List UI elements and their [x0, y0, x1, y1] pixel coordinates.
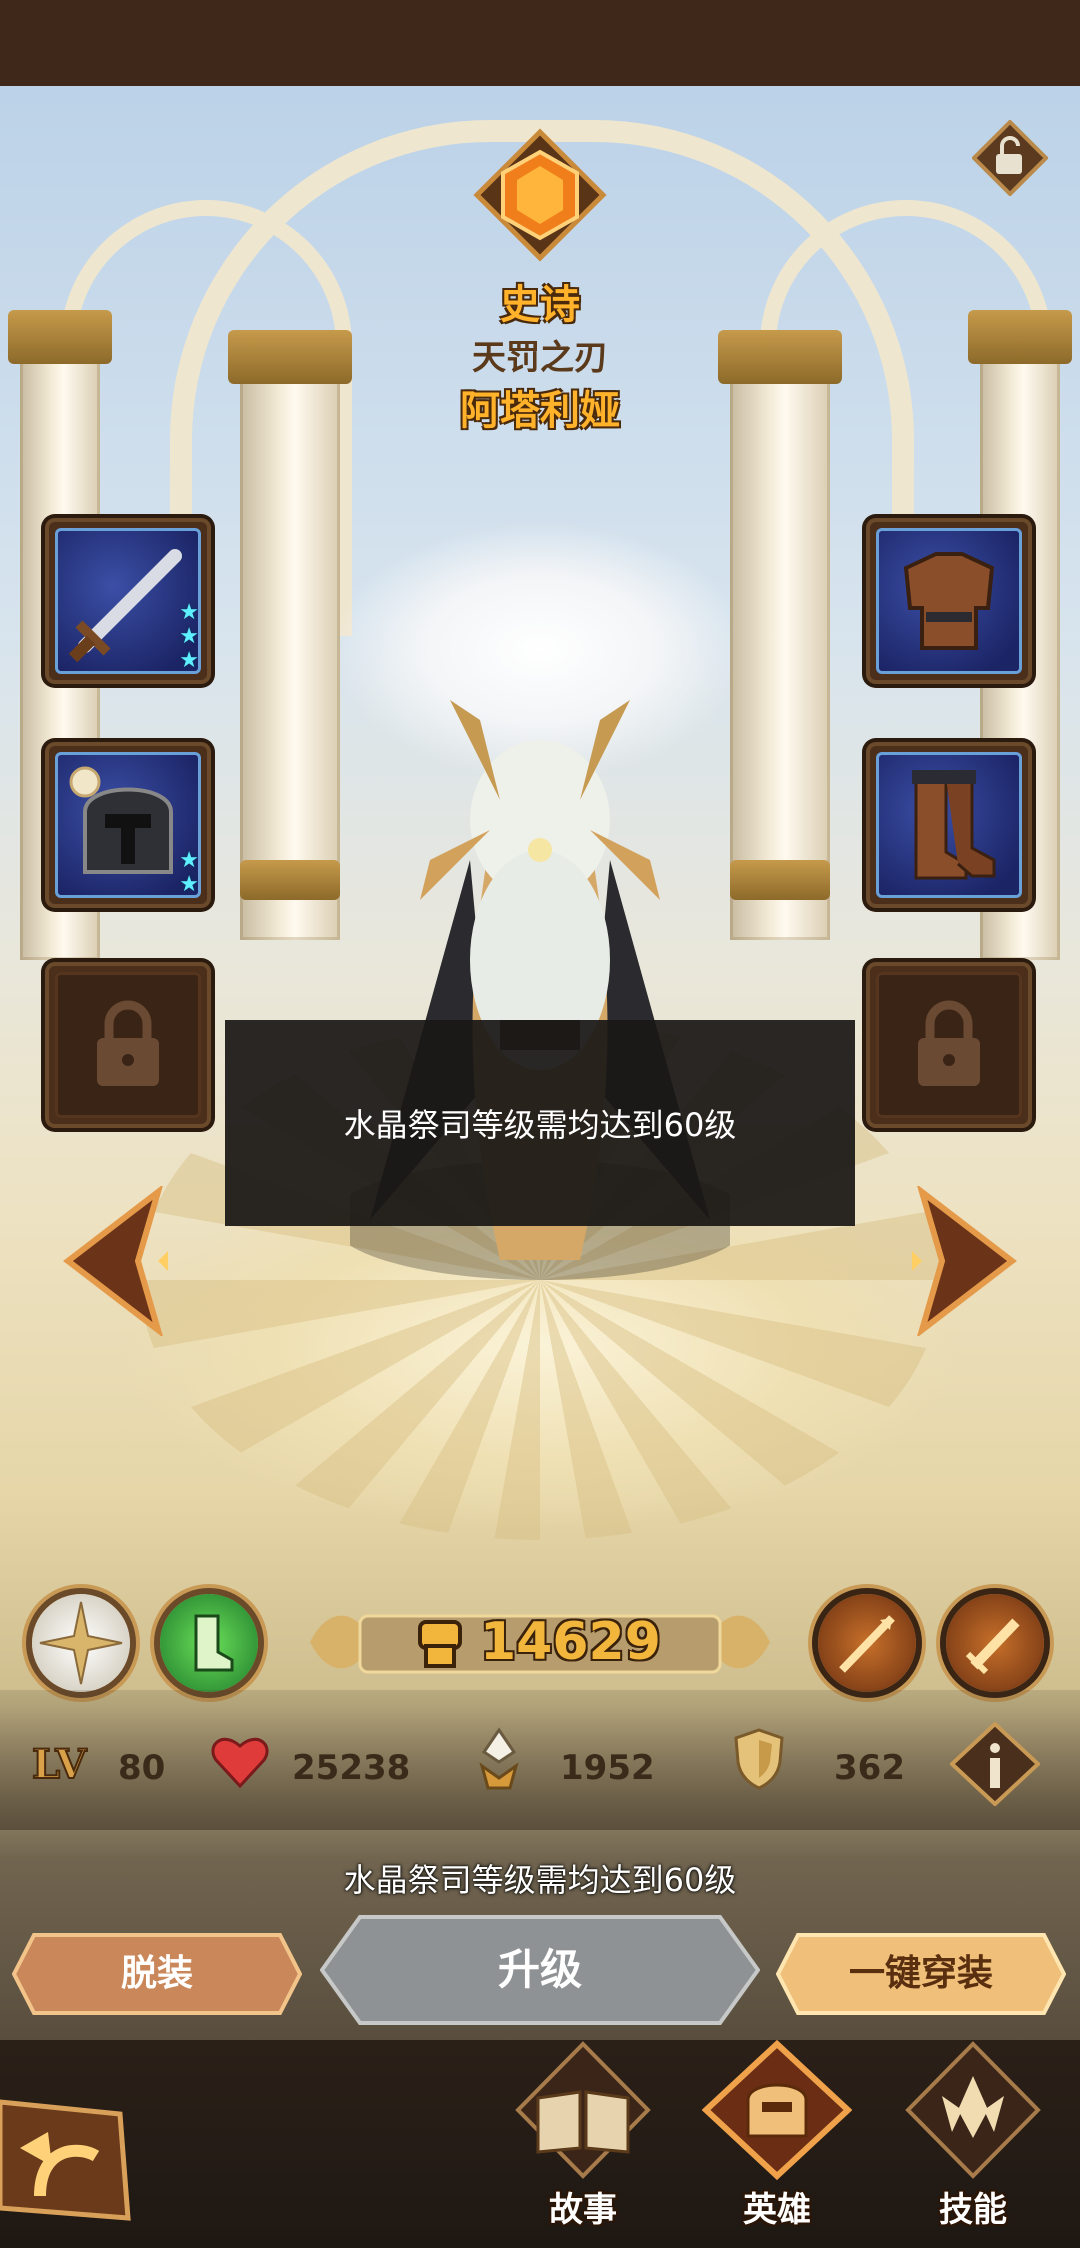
boots-icon — [912, 770, 996, 880]
back-arrow-icon[interactable] — [0, 2096, 132, 2224]
equip-slot-locked-right[interactable] — [866, 962, 1032, 1128]
nav-hero[interactable]: 英雄 — [701, 2039, 853, 2230]
equip-slot-weapon[interactable]: ★ ★ ★ — [45, 518, 211, 684]
level-icon: LV — [30, 1736, 94, 1790]
equip-slot-armor[interactable] — [866, 518, 1032, 684]
attack-value: 1952 — [560, 1748, 655, 1788]
spear-skill-icon[interactable] — [818, 1594, 916, 1692]
compass-star-icon[interactable] — [32, 1594, 130, 1692]
chevron-left-icon[interactable] — [58, 1184, 168, 1338]
equip-all-button[interactable]: 一键穿装 — [776, 1933, 1066, 2015]
nav-skill[interactable]: 技能 — [898, 2040, 1048, 2230]
helmet-icon — [701, 2039, 853, 2181]
lock-icon — [918, 1000, 980, 1086]
equip-slot-locked-left[interactable] — [45, 962, 211, 1128]
toast-message: 水晶祭司等级需均达到60级 — [225, 1020, 855, 1226]
toast-text: 水晶祭司等级需均达到60级 — [343, 1106, 737, 1144]
hero-title: 天罚之刃 — [472, 338, 608, 378]
equip-slot-boots[interactable] — [866, 742, 1032, 908]
top-status-bar — [0, 0, 1080, 86]
armor-icon — [903, 552, 995, 650]
nav-story-label: 故事 — [549, 2190, 617, 2230]
defense-value: 362 — [834, 1748, 905, 1788]
upgrade-button[interactable]: 升级 — [320, 1915, 760, 2025]
nav-skill-label: 技能 — [939, 2190, 1007, 2230]
hp-value: 25238 — [292, 1748, 411, 1788]
unequip-label: 脱装 — [120, 1953, 193, 1994]
lock-icon[interactable] — [971, 119, 1049, 197]
chevron-right-icon[interactable] — [912, 1184, 1022, 1338]
nav-hero-label: 英雄 — [743, 2190, 811, 2230]
equip-all-label: 一键穿装 — [848, 1953, 993, 1994]
sword-skill-icon[interactable] — [946, 1594, 1044, 1692]
combat-power-value: 14629 — [480, 1612, 661, 1672]
unequip-button[interactable]: 脱装 — [12, 1933, 302, 2015]
star-rating: ★ ★ ★ — [179, 600, 199, 673]
hero-name: 阿塔利娅 — [460, 388, 620, 434]
skill-crystal-icon — [905, 2041, 1041, 2179]
level-value: 80 — [118, 1748, 166, 1788]
requirement-text: 水晶祭司等级需均达到60级 — [343, 1861, 737, 1899]
nav-story[interactable]: 故事 — [508, 2040, 658, 2230]
equip-slot-helmet[interactable]: ★ ★ — [45, 742, 211, 908]
heart-icon — [210, 1732, 270, 1790]
lock-icon — [97, 1000, 159, 1086]
rarity-gem-icon — [273, 128, 607, 262]
rarity-label: 史诗 — [500, 282, 580, 328]
upgrade-label: 升级 — [497, 1945, 582, 1994]
star-rating: ★ ★ — [179, 848, 199, 897]
info-icon[interactable] — [949, 1721, 1041, 1807]
shield-icon — [732, 1726, 786, 1790]
svg-text:LV: LV — [32, 1741, 87, 1788]
boot-icon[interactable] — [160, 1594, 258, 1692]
fist-icon — [412, 1612, 468, 1672]
attack-icon — [474, 1726, 524, 1792]
book-icon — [515, 2041, 651, 2179]
